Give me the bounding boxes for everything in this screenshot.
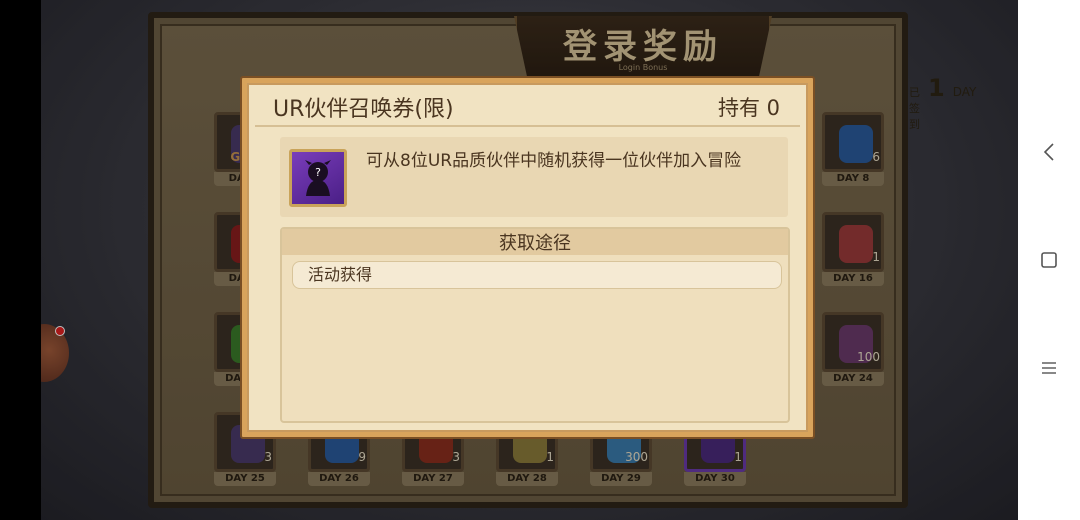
item-detail-popup: UR伙伴召唤券(限) 持有 0 ? 可从8位UR品质伙伴中随机获得一位伙伴加入冒… — [240, 76, 815, 439]
home-button[interactable] — [1018, 240, 1080, 280]
acquire-source-header: 获取途径 — [282, 229, 788, 255]
menu-button[interactable] — [1018, 348, 1080, 388]
left-black-bar — [0, 0, 41, 520]
acquire-source-panel: 获取途径 活动获得 — [280, 227, 790, 423]
mystery-partner-icon: ? — [289, 149, 347, 207]
item-description: 可从8位UR品质伙伴中随机获得一位伙伴加入冒险 — [366, 151, 742, 171]
item-description-card: ? 可从8位UR品质伙伴中随机获得一位伙伴加入冒险 — [280, 137, 788, 217]
back-button[interactable] — [1018, 132, 1080, 172]
silhouette-icon: ? — [305, 160, 331, 196]
acquire-source-item[interactable]: 活动获得 — [292, 261, 782, 289]
svg-text:?: ? — [315, 166, 321, 179]
game-screen: 登录奖励 Login Bonus 已签到 1 DAY Get! 1 DAY 1 … — [41, 0, 1018, 520]
chevron-left-icon — [1043, 143, 1054, 161]
item-hold-count: 持有 0 — [717, 96, 780, 120]
square-icon — [1041, 252, 1057, 268]
item-title: UR伙伴召唤券(限) — [273, 97, 454, 122]
system-nav-bar — [1018, 0, 1080, 520]
popup-header: UR伙伴召唤券(限) 持有 0 — [255, 89, 800, 127]
menu-lines-icon — [1042, 362, 1056, 374]
